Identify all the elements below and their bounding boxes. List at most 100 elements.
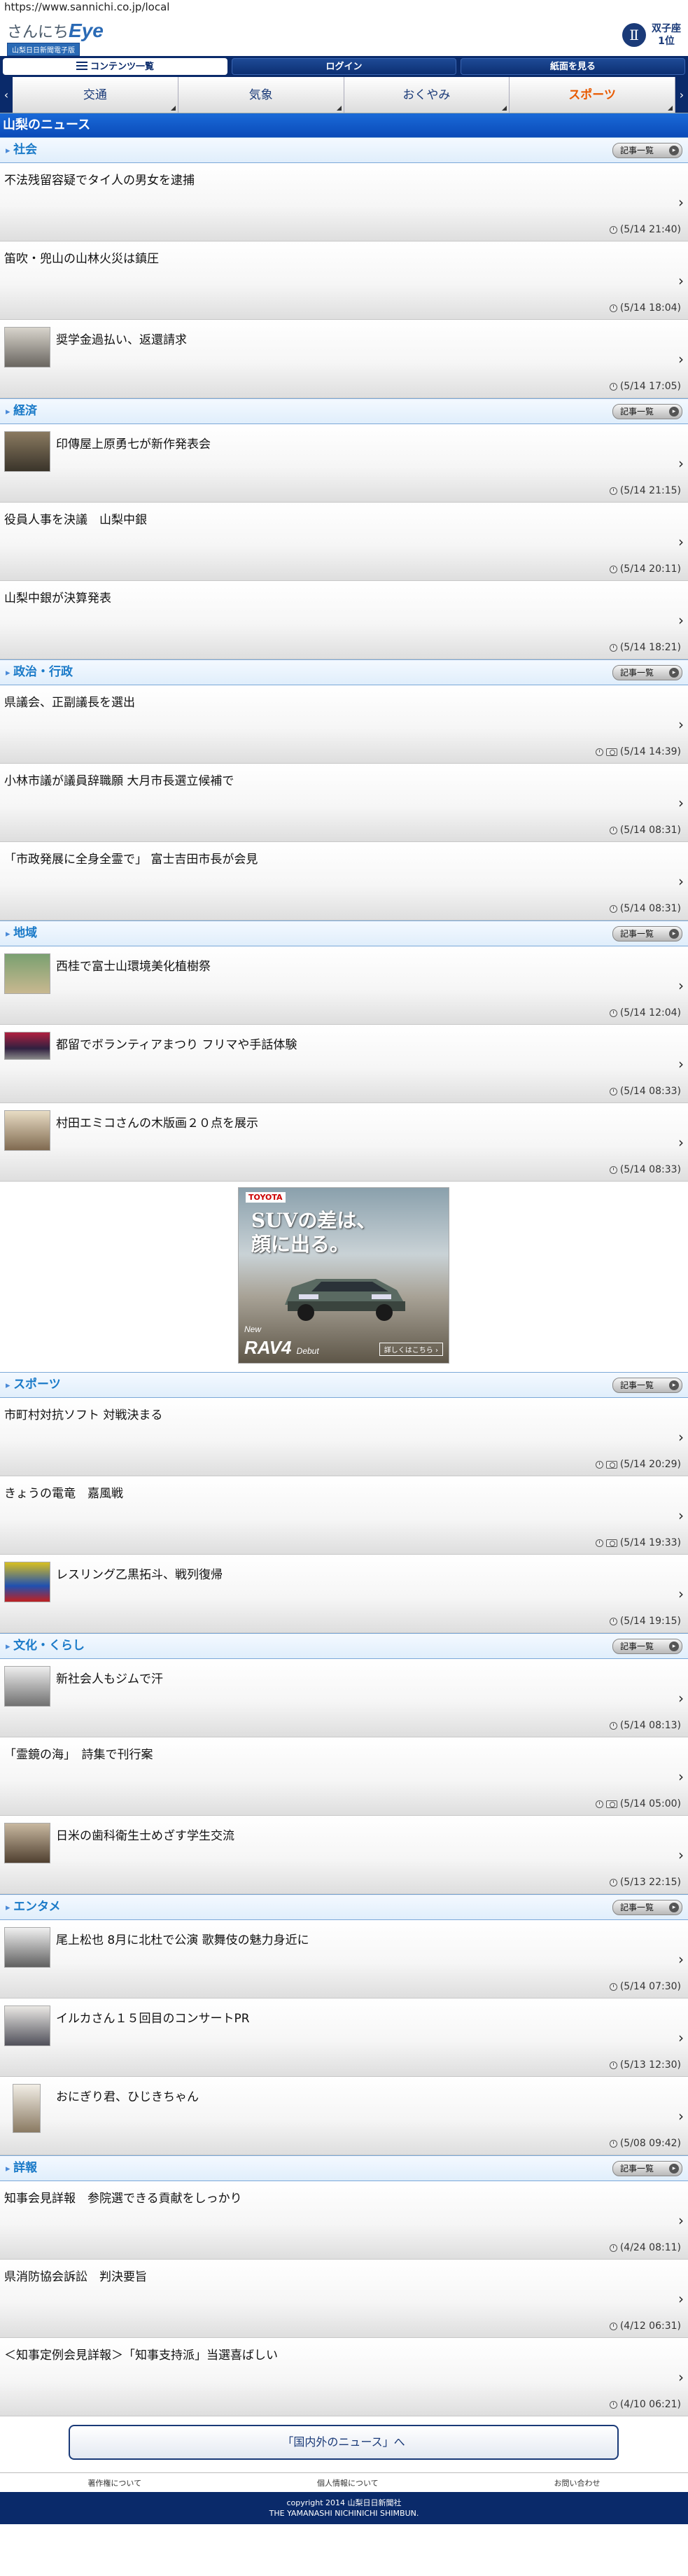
article-meta: (5/14 20:11) (609, 564, 681, 575)
clock-icon (609, 304, 617, 312)
article-timestamp: (5/14 18:21) (619, 642, 681, 653)
article-title: 山梨中銀が決算発表 (4, 592, 111, 606)
more-articles-button[interactable]: 記事一覧 ▸ (612, 1378, 682, 1393)
category-name[interactable]: エンタメ (6, 1895, 61, 1920)
article-item[interactable]: 都留でボランティアまつり フリマや手話体験 › (5/14 08:33) (0, 1025, 688, 1103)
chevron-right-icon: ▸ (669, 1903, 679, 1912)
article-item[interactable]: 県議会、正副議長を選出 › (5/14 14:39) (0, 685, 688, 764)
category-name[interactable]: 社会 (6, 138, 37, 163)
horoscope-sign: 双子座 (652, 23, 681, 34)
more-articles-button[interactable]: 記事一覧 ▸ (612, 665, 682, 680)
article-meta: (5/13 12:30) (609, 2059, 681, 2071)
article-item[interactable]: 日米の歯科衛生士めざす学生交流 › (5/13 22:15) (0, 1816, 688, 1894)
category-name[interactable]: 文化・くらし (6, 1634, 85, 1659)
article-item[interactable]: 奨学金過払い、返還請求 › (5/14 17:05) (0, 320, 688, 398)
article-timestamp: (5/14 08:33) (619, 1164, 681, 1175)
tab-obituaries[interactable]: おくやみ (344, 77, 510, 113)
article-title: 笛吹・兜山の山林火災は鎮圧 (4, 252, 159, 266)
footer-link-contact[interactable]: お問い合わせ (554, 2477, 601, 2488)
content-menu-button[interactable]: コンテンツ一覧 (3, 58, 227, 75)
article-meta: (5/14 08:31) (609, 903, 681, 914)
category-name[interactable]: 経済 (6, 399, 37, 424)
article-timestamp: (4/12 06:31) (619, 2320, 681, 2332)
ad-more-link[interactable]: 詳しくはこちら › (379, 1343, 443, 1356)
article-item[interactable]: 村田エミコさんの木版画２０点を展示 › (5/14 08:33) (0, 1103, 688, 1182)
article-item[interactable]: 「市政発展に全身全霊で」 富士吉田市長が会見 › (5/14 08:31) (0, 842, 688, 920)
category-header-entertainment: エンタメ 記事一覧 ▸ (0, 1894, 688, 1920)
chevron-right-icon: › (678, 1690, 684, 1707)
ad-copy-line-2: 顔に出る。 (251, 1233, 350, 1256)
footer-link-copyright[interactable]: 著作権について (87, 2477, 141, 2488)
article-item[interactable]: 笛吹・兜山の山林火災は鎮圧 › (5/14 18:04) (0, 241, 688, 320)
article-timestamp: (5/14 07:30) (619, 1981, 681, 1992)
category-name[interactable]: 詳報 (6, 2156, 37, 2181)
page: https://www.sannichi.co.jp/local さんにちEye… (0, 0, 688, 2576)
article-timestamp: (5/14 20:29) (619, 1459, 681, 1470)
tabs-prev-arrow-icon[interactable]: ‹ (0, 77, 13, 113)
more-articles-button[interactable]: 記事一覧 ▸ (612, 404, 682, 419)
article-item[interactable]: きょうの電竜 嘉風戦 › (5/14 19:33) (0, 1476, 688, 1555)
car-advertisement[interactable]: TOYOTA SUVの差は、 顔に出る。 New RAV4 Debut 詳しくはこちら › (238, 1187, 449, 1364)
footer-link-privacy[interactable]: 個人情報について (317, 2477, 379, 2488)
url-bar[interactable]: https://www.sannichi.co.jp/local (0, 0, 688, 15)
ad-model-name: RAV4 (244, 1337, 292, 1358)
chevron-right-icon: › (678, 533, 684, 550)
site-logo[interactable]: さんにちEye 山梨日日新聞電子版 (7, 20, 112, 56)
article-item[interactable]: 西桂で富士山環境美化植樹祭 › (5/14 12:04) (0, 946, 688, 1025)
category-name[interactable]: 政治・行政 (6, 660, 73, 685)
more-articles-button[interactable]: 記事一覧 ▸ (612, 1900, 682, 1915)
tab-sports[interactable]: スポーツ (510, 77, 675, 113)
tabs-next-arrow-icon[interactable]: › (675, 77, 688, 113)
article-item[interactable]: 小林市議が議員辞職願 大月市長選立候補で › (5/14 08:31) (0, 764, 688, 842)
article-timestamp: (5/14 05:00) (619, 1798, 681, 1809)
tab-traffic[interactable]: 交通 (13, 77, 178, 113)
clock-icon (609, 826, 617, 834)
article-timestamp: (5/14 08:31) (619, 825, 681, 836)
article-title: 県消防協会訴訟 判決要旨 (4, 2270, 147, 2284)
article-item[interactable]: 「霊鏡の海」 詩集で刊行案 › (5/14 05:00) (0, 1737, 688, 1816)
chevron-right-icon: › (678, 1507, 684, 1524)
more-articles-button[interactable]: 記事一覧 ▸ (612, 1639, 682, 1654)
article-meta: (5/14 19:33) (595, 1537, 681, 1548)
more-articles-button[interactable]: 記事一覧 ▸ (612, 143, 682, 158)
article-item[interactable]: ＜知事定例会見詳報＞「知事支持派」当選喜ばしい › (4/10 06:21) (0, 2338, 688, 2416)
camera-icon (605, 1539, 617, 1547)
article-item[interactable]: 尾上松也 8月に北杜で公演 歌舞伎の魅力身近に › (5/14 07:30) (0, 1920, 688, 1998)
article-thumbnail (4, 2005, 50, 2046)
article-timestamp: (5/14 08:13) (619, 1720, 681, 1731)
login-button[interactable]: ログイン (232, 58, 456, 75)
ad-copy: SUVの差は、 顔に出る。 (251, 1209, 376, 1256)
horoscope-widget[interactable]: Ⅱ 双子座 1位 (622, 22, 681, 48)
article-item[interactable]: おにぎり君、ひじきちゃん › (5/08 09:42) (0, 2077, 688, 2155)
article-item[interactable]: 県消防協会訴訟 判決要旨 › (4/12 06:31) (0, 2260, 688, 2338)
article-item[interactable]: 市町村対抗ソフト 対戦決まる › (5/14 20:29) (0, 1398, 688, 1476)
article-item[interactable]: 不法残留容疑でタイ人の男女を逮捕 › (5/14 21:40) (0, 163, 688, 241)
tab-weather[interactable]: 気象 (178, 77, 344, 113)
article-item[interactable]: イルカさん１５回目のコンサートPR › (5/13 12:30) (0, 1998, 688, 2077)
chevron-right-icon: › (678, 794, 684, 811)
article-item[interactable]: 知事会見詳報 参院選できる貢献をしっかり › (4/24 08:11) (0, 2181, 688, 2260)
chevron-right-icon: › (678, 2212, 684, 2229)
more-articles-button[interactable]: 記事一覧 ▸ (612, 2161, 682, 2176)
copyright-line-2: THE YAMANASHI NICHINICHI SHIMBUN. (269, 2509, 419, 2518)
chevron-right-icon: › (678, 1134, 684, 1151)
more-articles-label: 記事一覧 (620, 668, 654, 678)
view-paper-button[interactable]: 紙面を見る (461, 58, 685, 75)
article-thumbnail (4, 327, 50, 368)
article-title: 印傳屋上原勇七が新作発表会 (56, 438, 211, 451)
clock-icon (609, 1721, 617, 1730)
world-news-link[interactable]: 「国内外のニュース」へ (69, 2425, 619, 2460)
article-item[interactable]: 新社会人もジムで汗 › (5/14 08:13) (0, 1659, 688, 1737)
article-item[interactable]: 山梨中銀が決算発表 › (5/14 18:21) (0, 581, 688, 659)
article-timestamp: (5/14 12:04) (619, 1007, 681, 1018)
article-item[interactable]: レスリング乙黒拓斗、戦列復帰 › (5/14 19:15) (0, 1555, 688, 1633)
article-item[interactable]: 印傳屋上原勇七が新作発表会 › (5/14 21:15) (0, 424, 688, 503)
category-name[interactable]: 地域 (6, 921, 37, 946)
more-articles-button[interactable]: 記事一覧 ▸ (612, 926, 682, 941)
category-name[interactable]: スポーツ (6, 1373, 61, 1398)
chevron-right-icon: › (678, 2108, 684, 2124)
article-timestamp: (5/13 22:15) (619, 1877, 681, 1888)
menu-icon (76, 62, 87, 70)
article-item[interactable]: 役員人事を決議 山梨中銀 › (5/14 20:11) (0, 503, 688, 581)
article-title: 奨学金過払い、返還請求 (56, 333, 187, 347)
